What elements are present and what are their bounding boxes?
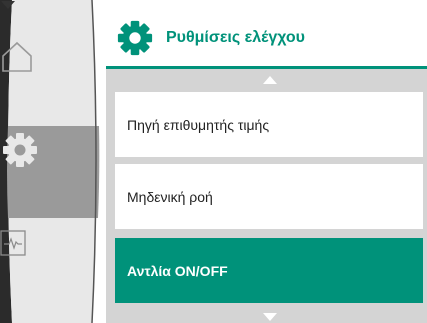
- page-header: Ρυθμίσεις ελέγχου: [112, 18, 412, 58]
- monitor-icon: [0, 230, 26, 256]
- side-navigation: [0, 0, 110, 323]
- chevron-down-icon[interactable]: [0, 0, 16, 10]
- menu-item-pump-on-off[interactable]: Αντλία ON/OFF: [115, 238, 423, 303]
- menu-item-label: Πηγή επιθυμητής τιμής: [127, 116, 270, 133]
- menu-item-label: Μηδενική ροή: [127, 188, 213, 205]
- sidebar-item-monitor[interactable]: [0, 230, 110, 305]
- chevron-down-icon[interactable]: [263, 313, 277, 321]
- page-title: Ρυθμίσεις ελέγχου: [166, 29, 305, 46]
- menu-item-setpoint-source[interactable]: Πηγή επιθυμητής τιμής: [115, 92, 423, 157]
- menu-item-zero-flow[interactable]: Μηδενική ροή: [115, 164, 423, 229]
- chevron-up-icon[interactable]: [263, 76, 277, 84]
- home-icon: [2, 41, 32, 72]
- gear-icon: [3, 133, 37, 167]
- menu-item-label: Αντλία ON/OFF: [127, 262, 228, 279]
- gear-icon: [117, 20, 153, 56]
- menu-panel: Πηγή επιθυμητής τιμής Μηδενική ροή Αντλί…: [106, 66, 427, 323]
- sidebar-item-home[interactable]: [0, 40, 110, 120]
- sidebar-item-settings[interactable]: [0, 130, 110, 215]
